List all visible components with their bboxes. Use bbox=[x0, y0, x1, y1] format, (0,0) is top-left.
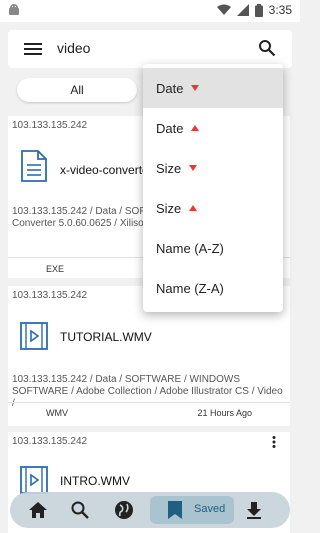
search-icon[interactable] bbox=[258, 39, 276, 57]
download-icon[interactable] bbox=[242, 498, 266, 522]
wifi-icon bbox=[216, 4, 231, 15]
video-file-icon bbox=[20, 322, 48, 350]
signal-icon bbox=[236, 4, 249, 16]
file-time: 21 Hours Ago bbox=[197, 408, 252, 418]
nav-saved-button[interactable]: Saved bbox=[150, 496, 234, 524]
file-path: 103.133.135.242 / Data / SOFTWARE / WIND… bbox=[12, 374, 283, 409]
sort-option-label: Date bbox=[156, 80, 184, 96]
card-divider bbox=[8, 402, 290, 403]
sort-option-date-desc[interactable]: Date bbox=[143, 68, 283, 108]
android-icon bbox=[9, 4, 19, 15]
file-name: x-video-converter bbox=[60, 163, 150, 177]
file-type: EXE bbox=[46, 264, 65, 274]
search-icon[interactable] bbox=[68, 498, 92, 522]
card-ip: 103.133.135.242 bbox=[12, 290, 88, 301]
arrow-up-icon bbox=[189, 205, 198, 211]
card-ip: 103.133.135.242 bbox=[12, 120, 88, 131]
arrow-up-icon bbox=[191, 125, 200, 131]
file-name: INTRO.WMV bbox=[60, 474, 130, 488]
sort-option-size-asc[interactable]: Size bbox=[143, 188, 283, 228]
battery-icon bbox=[254, 3, 263, 17]
filter-chip-all[interactable]: All bbox=[17, 78, 137, 102]
sort-option-label: Name (A-Z) bbox=[156, 240, 224, 256]
menu-icon[interactable] bbox=[24, 41, 42, 57]
document-icon bbox=[21, 150, 47, 182]
sort-menu: Date Date Size Size Name (A-Z) Name (Z-A… bbox=[143, 64, 283, 312]
nav-saved-label: Saved bbox=[194, 503, 226, 515]
status-bar: 3:35 bbox=[0, 0, 300, 22]
bottom-nav: Saved bbox=[10, 492, 290, 528]
search-bar: video bbox=[8, 30, 292, 68]
sort-option-date-asc[interactable]: Date bbox=[143, 108, 283, 148]
file-type: WMV bbox=[46, 408, 68, 418]
status-time: 3:35 bbox=[268, 3, 292, 17]
arrow-down-icon bbox=[191, 85, 200, 91]
sort-option-label: Size bbox=[156, 160, 182, 176]
sort-option-name-az[interactable]: Name (A-Z) bbox=[143, 228, 283, 268]
search-input[interactable]: video bbox=[57, 40, 90, 56]
arrow-down-icon bbox=[189, 165, 198, 171]
more-vert-icon[interactable] bbox=[272, 436, 276, 448]
card-ip: 103.133.135.242 bbox=[12, 436, 88, 447]
sort-option-label: Name (Z-A) bbox=[156, 280, 224, 296]
sort-option-size-desc[interactable]: Size bbox=[143, 148, 283, 188]
file-name: TUTORIAL.WMV bbox=[60, 330, 152, 344]
sort-option-label: Size bbox=[156, 200, 182, 216]
sort-option-label: Date bbox=[156, 120, 184, 136]
globe-icon[interactable] bbox=[112, 498, 136, 522]
bookmark-icon bbox=[168, 501, 182, 519]
home-icon[interactable] bbox=[26, 498, 50, 522]
sort-option-name-za[interactable]: Name (Z-A) bbox=[143, 268, 283, 308]
